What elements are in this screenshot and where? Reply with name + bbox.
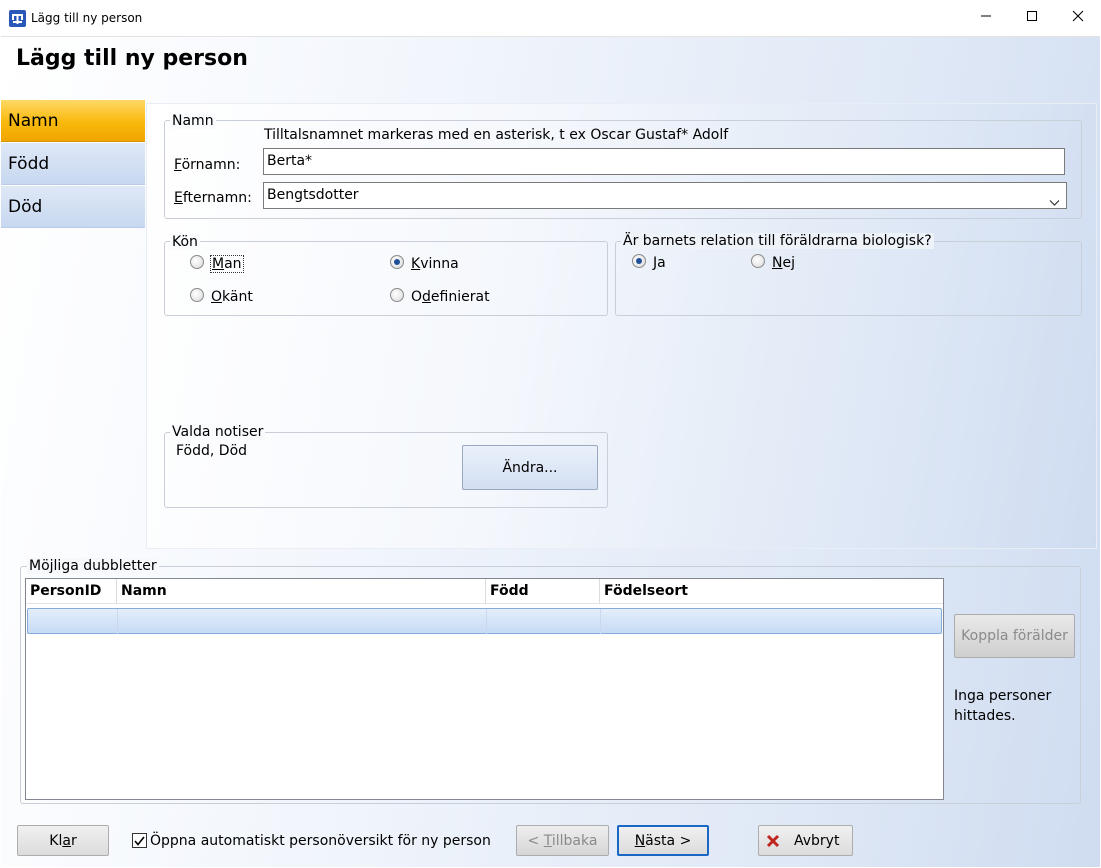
- ready-button[interactable]: Klar: [17, 825, 109, 856]
- gender-kvinna-label[interactable]: Kvinna: [411, 256, 459, 272]
- gender-kvinna-radio[interactable]: [390, 255, 404, 269]
- cancel-button-label: Avbryt: [794, 832, 840, 849]
- checkmark-icon: [134, 836, 145, 846]
- table-row[interactable]: [27, 608, 942, 634]
- back-button-label: < Tillbaka: [527, 832, 598, 849]
- biological-ja-label[interactable]: Ja: [653, 255, 666, 271]
- row-divider: [117, 609, 118, 634]
- duplicates-table[interactable]: PersonID Namn Född Födelseort: [25, 578, 944, 800]
- cancel-button[interactable]: Avbryt: [758, 825, 853, 856]
- next-button-label: Nästa >: [634, 832, 692, 849]
- duplicates-status: Inga personer hittades.: [954, 688, 1052, 724]
- last-name-combobox[interactable]: Bengtsdotter: [263, 182, 1067, 209]
- app-icon: [9, 10, 26, 27]
- table-header: PersonID Namn Född Födelseort: [26, 579, 943, 604]
- maximize-button[interactable]: [1009, 0, 1055, 32]
- change-notices-button[interactable]: Ändra...: [462, 445, 598, 490]
- next-button[interactable]: Nästa >: [617, 825, 709, 856]
- column-header-fodelseort[interactable]: Födelseort: [600, 579, 943, 604]
- last-name-label: Efternamn:: [174, 190, 252, 206]
- first-name-label: Förnamn:: [174, 157, 241, 173]
- column-header-personid[interactable]: PersonID: [26, 579, 117, 604]
- duplicates-group-legend: Möjliga dubbletter: [27, 558, 159, 574]
- auto-open-label[interactable]: Öppna automatiskt personöversikt för ny …: [150, 833, 491, 849]
- row-divider: [486, 609, 487, 634]
- biological-nej-radio[interactable]: [751, 254, 765, 268]
- minimize-button[interactable]: [963, 0, 1009, 32]
- nav-item-fodd[interactable]: Född: [1, 143, 145, 185]
- title-bar: Lägg till ny person: [0, 0, 1101, 36]
- row-divider: [600, 609, 601, 634]
- chevron-down-icon[interactable]: [1049, 191, 1060, 216]
- window-title: Lägg till ny person: [31, 11, 143, 25]
- gender-okant-radio[interactable]: [190, 288, 204, 302]
- name-hint: Tilltalsnamnet markeras med en asterisk,…: [264, 127, 729, 143]
- biological-group: [615, 241, 1082, 316]
- connect-parent-button[interactable]: Koppla förälder: [954, 614, 1075, 658]
- name-group-legend: Namn: [170, 113, 216, 129]
- change-notices-button-label: Ändra...: [502, 459, 558, 476]
- first-name-field[interactable]: Berta*: [263, 148, 1065, 175]
- selected-notices-value: Född, Död: [176, 443, 248, 459]
- cancel-x-icon: [766, 834, 780, 847]
- gender-man-label[interactable]: Man: [210, 255, 244, 273]
- gender-man-radio[interactable]: [190, 255, 204, 269]
- gender-odefinierat-label[interactable]: Odefinierat: [411, 289, 490, 305]
- ready-button-label: Klar: [49, 832, 77, 849]
- notices-group-legend: Valda notiser: [170, 424, 266, 440]
- biological-nej-label[interactable]: Nej: [772, 255, 795, 271]
- nav-item-dod[interactable]: Död: [1, 186, 145, 228]
- biological-group-legend: Är barnets relation till föräldrarna bio…: [621, 233, 934, 249]
- close-button[interactable]: [1055, 0, 1101, 32]
- close-icon: [1072, 10, 1084, 22]
- gender-odefinierat-radio[interactable]: [390, 288, 404, 302]
- back-button[interactable]: < Tillbaka: [516, 825, 609, 856]
- column-header-fodd[interactable]: Född: [486, 579, 600, 604]
- page-title: Lägg till ny person: [16, 46, 248, 71]
- column-header-namn[interactable]: Namn: [117, 579, 486, 604]
- nav-item-namn[interactable]: Namn: [1, 100, 145, 142]
- auto-open-checkbox[interactable]: [132, 833, 147, 848]
- gender-okant-label[interactable]: Okänt: [211, 289, 253, 305]
- connect-parent-button-label: Koppla förälder: [961, 628, 1068, 644]
- last-name-value: Bengtsdotter: [267, 187, 359, 203]
- biological-ja-radio[interactable]: [632, 254, 646, 268]
- gender-group-legend: Kön: [170, 234, 200, 250]
